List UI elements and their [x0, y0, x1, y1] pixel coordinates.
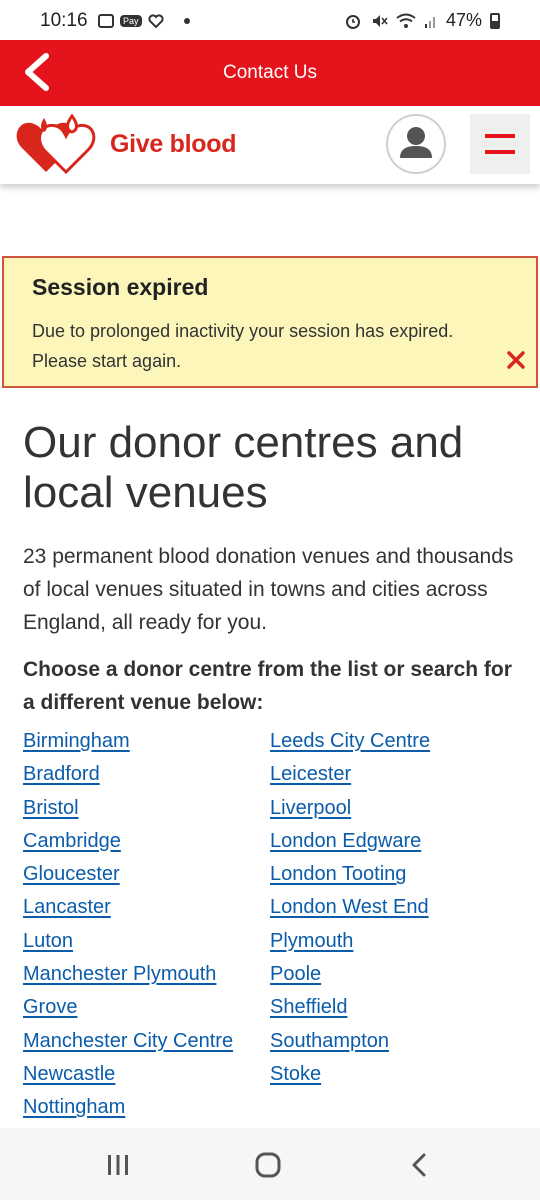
- donor-centre-link-left[interactable]: Gloucester: [23, 860, 270, 893]
- donor-centre-link-right[interactable]: London West End: [270, 893, 517, 926]
- donor-centre-link-right[interactable]: London Edgware: [270, 827, 517, 860]
- status-bar: 10:16 Pay 47%: [0, 0, 540, 40]
- battery-percent: 47%: [445, 10, 482, 30]
- give-blood-logo[interactable]: Give blood: [14, 112, 236, 176]
- app-bar: Contact Us: [0, 40, 540, 106]
- donor-centre-link-right[interactable]: Plymouth: [270, 927, 517, 960]
- donor-centre-link-left[interactable]: Manchester City Centre: [23, 1027, 270, 1060]
- donor-centre-link-right[interactable]: Leeds City Centre: [270, 727, 517, 760]
- hearts-logo-icon: [16, 113, 96, 175]
- donor-centre-link-left[interactable]: Lancaster: [23, 893, 270, 926]
- menu-icon-bar: [485, 150, 515, 154]
- donor-centre-link-left[interactable]: Birmingham: [23, 727, 270, 760]
- battery-icon: [490, 12, 500, 29]
- alert-title: Session expired: [32, 274, 209, 300]
- menu-icon: [485, 134, 515, 138]
- brand-name: Give blood: [110, 129, 237, 158]
- recent-apps-icon[interactable]: [98, 1150, 138, 1180]
- donor-centre-link-right[interactable]: Stoke: [270, 1060, 517, 1093]
- alert-message: Due to prolonged inactivity your session…: [32, 321, 454, 371]
- app-bar-title: Contact Us: [223, 62, 317, 83]
- account-button[interactable]: [386, 114, 446, 174]
- session-expired-alert: Session expired Due to prolonged inactiv…: [2, 256, 538, 388]
- links-column-right: Leeds City Centre Leicester Liverpool Londo…: [270, 727, 517, 1127]
- notification-dot-icon: [183, 18, 190, 24]
- donor-centre-link-right[interactable]: Southampton: [270, 1027, 517, 1060]
- close-icon[interactable]: [504, 348, 528, 372]
- donor-centre-link-right[interactable]: Liverpool: [270, 794, 517, 827]
- pay-icon: Pay: [120, 15, 142, 27]
- donor-centre-link-left[interactable]: Cambridge: [23, 827, 270, 860]
- donor-centre-links: Birmingham Bradford Bristol Cambridge Glouce…: [23, 727, 523, 1127]
- choose-centre-text: Choose a donor centre from the list or s…: [23, 658, 512, 714]
- page-title: Our donor centres and local venues: [23, 418, 464, 517]
- donor-centre-link-left[interactable]: Bristol: [23, 794, 270, 827]
- links-column-left: Birmingham Bradford Bristol Cambridge Glouce…: [23, 727, 270, 1127]
- back-nav-icon[interactable]: [400, 1150, 440, 1180]
- status-system-icons: 47%: [344, 10, 500, 31]
- donor-centre-link-right[interactable]: Leicester: [270, 760, 517, 793]
- mute-icon: [372, 14, 388, 27]
- donor-centre-link-left[interactable]: Manchester Plymouth: [23, 960, 270, 993]
- donor-centre-link-left[interactable]: Nottingham: [23, 1093, 270, 1126]
- menu-button[interactable]: [470, 114, 530, 174]
- signal-icon: [424, 16, 435, 28]
- intro-text: 23 permanent blood donation venues and t…: [23, 545, 514, 634]
- status-notification-icons: Pay: [98, 13, 190, 29]
- alarm-icon: [345, 14, 360, 29]
- system-nav-bar: [0, 1128, 540, 1200]
- home-icon[interactable]: [248, 1150, 288, 1180]
- donor-centre-link-left[interactable]: Luton: [23, 927, 270, 960]
- donor-centre-link-right[interactable]: Poole: [270, 960, 517, 993]
- donor-centre-link-left[interactable]: Newcastle: [23, 1060, 270, 1093]
- user-icon: [400, 127, 432, 158]
- main-content: Our donor centres and local venues 23 pe…: [23, 418, 523, 719]
- site-header: Give blood: [0, 106, 540, 184]
- wifi-icon: [396, 13, 416, 28]
- donor-centre-link-left[interactable]: Bradford: [23, 760, 270, 793]
- donor-centre-link-right[interactable]: London Tooting: [270, 860, 517, 893]
- notification-app-icon: [98, 14, 114, 28]
- heart-shield-icon: [147, 14, 164, 29]
- donor-centre-link-right[interactable]: Sheffield: [270, 993, 517, 1026]
- status-time: 10:16: [40, 10, 88, 31]
- donor-centre-link-left[interactable]: Grove: [23, 993, 270, 1026]
